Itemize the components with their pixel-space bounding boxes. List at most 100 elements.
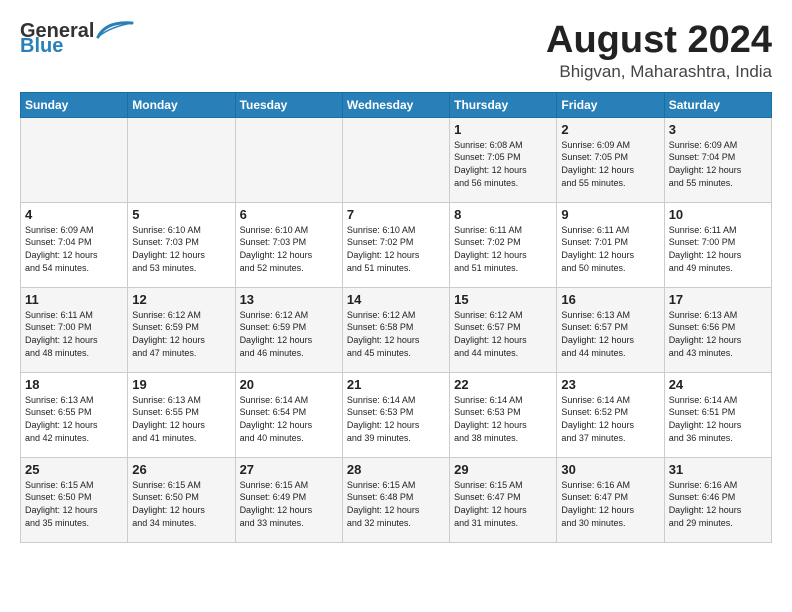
calendar-cell: 1Sunrise: 6:08 AM Sunset: 7:05 PM Daylig…: [450, 117, 557, 202]
calendar-cell: [235, 117, 342, 202]
calendar-cell: 31 Sunrise: 6:16 AM Sunset: 6:46 PM Dayli…: [664, 457, 771, 542]
day-number: 2: [561, 122, 659, 137]
day-info: Sunrise: 6:10 AM Sunset: 7:03 PM Dayligh…: [240, 224, 338, 274]
calendar-cell: 18 Sunrise: 6:13 AM Sunset: 6:55 PM Dayli…: [21, 372, 128, 457]
day-number: 13: [240, 292, 338, 307]
day-info: Sunrise: 6:15 AM Sunset: 6:48 PM Dayligh…: [347, 479, 445, 529]
day-info: Sunrise: 6:09 AM Sunset: 7:04 PM Dayligh…: [669, 139, 767, 189]
day-info: Sunrise: 6:11 AM Sunset: 7:01 PM Dayligh…: [561, 224, 659, 274]
calendar-page: General Blue August 2024 Bhigvan, Mahara…: [0, 0, 792, 553]
day-number: 7: [347, 207, 445, 222]
calendar-cell: [21, 117, 128, 202]
day-info: Sunrise: 6:12 AM Sunset: 6:58 PM Dayligh…: [347, 309, 445, 359]
day-info: Sunrise: 6:16 AM Sunset: 6:46 PM Dayligh…: [669, 479, 767, 529]
calendar-cell: 6 Sunrise: 6:10 AM Sunset: 7:03 PM Daylig…: [235, 202, 342, 287]
day-info: Sunrise: 6:09 AM Sunset: 7:05 PM Dayligh…: [561, 139, 659, 189]
calendar-cell: 27Sunrise: 6:15 AM Sunset: 6:49 PM Dayli…: [235, 457, 342, 542]
day-number: 17: [669, 292, 767, 307]
day-number: 9: [561, 207, 659, 222]
calendar-cell: 9 Sunrise: 6:11 AM Sunset: 7:01 PM Daylig…: [557, 202, 664, 287]
day-number: 15: [454, 292, 552, 307]
calendar-cell: 24Sunrise: 6:14 AM Sunset: 6:51 PM Dayli…: [664, 372, 771, 457]
day-number: 5: [132, 207, 230, 222]
calendar-week-row: 4 Sunrise: 6:09 AM Sunset: 7:04 PM Daylig…: [21, 202, 772, 287]
day-number: 6: [240, 207, 338, 222]
day-info: Sunrise: 6:16 AM Sunset: 6:47 PM Dayligh…: [561, 479, 659, 529]
day-number: 18: [25, 377, 123, 392]
weekday-header-monday: Monday: [128, 92, 235, 117]
calendar-cell: 14 Sunrise: 6:12 AM Sunset: 6:58 PM Dayli…: [342, 287, 449, 372]
calendar-cell: 2 Sunrise: 6:09 AM Sunset: 7:05 PM Daylig…: [557, 117, 664, 202]
day-info: Sunrise: 6:13 AM Sunset: 6:55 PM Dayligh…: [132, 394, 230, 444]
calendar-cell: 16 Sunrise: 6:13 AM Sunset: 6:57 PM Dayli…: [557, 287, 664, 372]
day-number: 10: [669, 207, 767, 222]
day-info: Sunrise: 6:13 AM Sunset: 6:55 PM Dayligh…: [25, 394, 123, 444]
day-number: 21: [347, 377, 445, 392]
logo: General Blue: [20, 20, 134, 58]
calendar-subtitle: Bhigvan, Maharashtra, India: [546, 62, 772, 82]
day-number: 29: [454, 462, 552, 477]
day-number: 20: [240, 377, 338, 392]
weekday-header-thursday: Thursday: [450, 92, 557, 117]
calendar-cell: 23 Sunrise: 6:14 AM Sunset: 6:52 PM Dayli…: [557, 372, 664, 457]
day-number: 14: [347, 292, 445, 307]
calendar-cell: 5Sunrise: 6:10 AM Sunset: 7:03 PM Daylig…: [128, 202, 235, 287]
day-info: Sunrise: 6:14 AM Sunset: 6:53 PM Dayligh…: [347, 394, 445, 444]
day-info: Sunrise: 6:13 AM Sunset: 6:57 PM Dayligh…: [561, 309, 659, 359]
day-info: Sunrise: 6:13 AM Sunset: 6:56 PM Dayligh…: [669, 309, 767, 359]
calendar-cell: [342, 117, 449, 202]
calendar-cell: 19 Sunrise: 6:13 AM Sunset: 6:55 PM Dayli…: [128, 372, 235, 457]
day-info: Sunrise: 6:12 AM Sunset: 6:57 PM Dayligh…: [454, 309, 552, 359]
day-info: Sunrise: 6:11 AM Sunset: 7:00 PM Dayligh…: [669, 224, 767, 274]
logo-blue-text: Blue: [20, 35, 63, 58]
day-info: Sunrise: 6:15 AM Sunset: 6:50 PM Dayligh…: [132, 479, 230, 529]
day-info: Sunrise: 6:09 AM Sunset: 7:04 PM Dayligh…: [25, 224, 123, 274]
calendar-week-row: 18 Sunrise: 6:13 AM Sunset: 6:55 PM Dayli…: [21, 372, 772, 457]
day-number: 26: [132, 462, 230, 477]
day-number: 30: [561, 462, 659, 477]
day-number: 31: [669, 462, 767, 477]
logo-wing-icon: [96, 19, 134, 41]
day-info: Sunrise: 6:11 AM Sunset: 7:00 PM Dayligh…: [25, 309, 123, 359]
weekday-header-row: SundayMondayTuesdayWednesdayThursdayFrid…: [21, 92, 772, 117]
day-number: 24: [669, 377, 767, 392]
calendar-week-row: 11Sunrise: 6:11 AM Sunset: 7:00 PM Dayli…: [21, 287, 772, 372]
day-info: Sunrise: 6:14 AM Sunset: 6:52 PM Dayligh…: [561, 394, 659, 444]
day-info: Sunrise: 6:14 AM Sunset: 6:54 PM Dayligh…: [240, 394, 338, 444]
day-info: Sunrise: 6:15 AM Sunset: 6:49 PM Dayligh…: [240, 479, 338, 529]
weekday-header-wednesday: Wednesday: [342, 92, 449, 117]
calendar-cell: 13 Sunrise: 6:12 AM Sunset: 6:59 PM Dayli…: [235, 287, 342, 372]
day-number: 28: [347, 462, 445, 477]
calendar-cell: 17 Sunrise: 6:13 AM Sunset: 6:56 PM Dayli…: [664, 287, 771, 372]
calendar-cell: 4 Sunrise: 6:09 AM Sunset: 7:04 PM Daylig…: [21, 202, 128, 287]
calendar-table: SundayMondayTuesdayWednesdayThursdayFrid…: [20, 92, 772, 543]
calendar-cell: 7Sunrise: 6:10 AM Sunset: 7:02 PM Daylig…: [342, 202, 449, 287]
day-number: 4: [25, 207, 123, 222]
calendar-cell: 8Sunrise: 6:11 AM Sunset: 7:02 PM Daylig…: [450, 202, 557, 287]
calendar-cell: 21 Sunrise: 6:14 AM Sunset: 6:53 PM Dayli…: [342, 372, 449, 457]
calendar-cell: 25Sunrise: 6:15 AM Sunset: 6:50 PM Dayli…: [21, 457, 128, 542]
day-number: 12: [132, 292, 230, 307]
day-info: Sunrise: 6:15 AM Sunset: 6:47 PM Dayligh…: [454, 479, 552, 529]
day-info: Sunrise: 6:12 AM Sunset: 6:59 PM Dayligh…: [240, 309, 338, 359]
calendar-cell: 12 Sunrise: 6:12 AM Sunset: 6:59 PM Dayli…: [128, 287, 235, 372]
day-number: 16: [561, 292, 659, 307]
calendar-week-row: 1Sunrise: 6:08 AM Sunset: 7:05 PM Daylig…: [21, 117, 772, 202]
day-info: Sunrise: 6:12 AM Sunset: 6:59 PM Dayligh…: [132, 309, 230, 359]
weekday-header-saturday: Saturday: [664, 92, 771, 117]
day-number: 25: [25, 462, 123, 477]
day-info: Sunrise: 6:08 AM Sunset: 7:05 PM Dayligh…: [454, 139, 552, 189]
calendar-cell: 26 Sunrise: 6:15 AM Sunset: 6:50 PM Dayli…: [128, 457, 235, 542]
day-number: 22: [454, 377, 552, 392]
calendar-cell: 30 Sunrise: 6:16 AM Sunset: 6:47 PM Dayli…: [557, 457, 664, 542]
calendar-cell: 15 Sunrise: 6:12 AM Sunset: 6:57 PM Dayli…: [450, 287, 557, 372]
day-number: 19: [132, 377, 230, 392]
calendar-week-row: 25 Sunrise: 6:15 AM Sunset: 6:50 PM Dayli…: [21, 457, 772, 542]
day-info: Sunrise: 6:14 AM Sunset: 6:53 PM Dayligh…: [454, 394, 552, 444]
weekday-header-tuesday: Tuesday: [235, 92, 342, 117]
weekday-header-sunday: Sunday: [21, 92, 128, 117]
calendar-cell: 10 Sunrise: 6:11 AM Sunset: 7:00 PM Dayli…: [664, 202, 771, 287]
calendar-title: August 2024: [546, 20, 772, 62]
title-block: August 2024 Bhigvan, Maharashtra, India: [546, 20, 772, 82]
day-number: 23: [561, 377, 659, 392]
